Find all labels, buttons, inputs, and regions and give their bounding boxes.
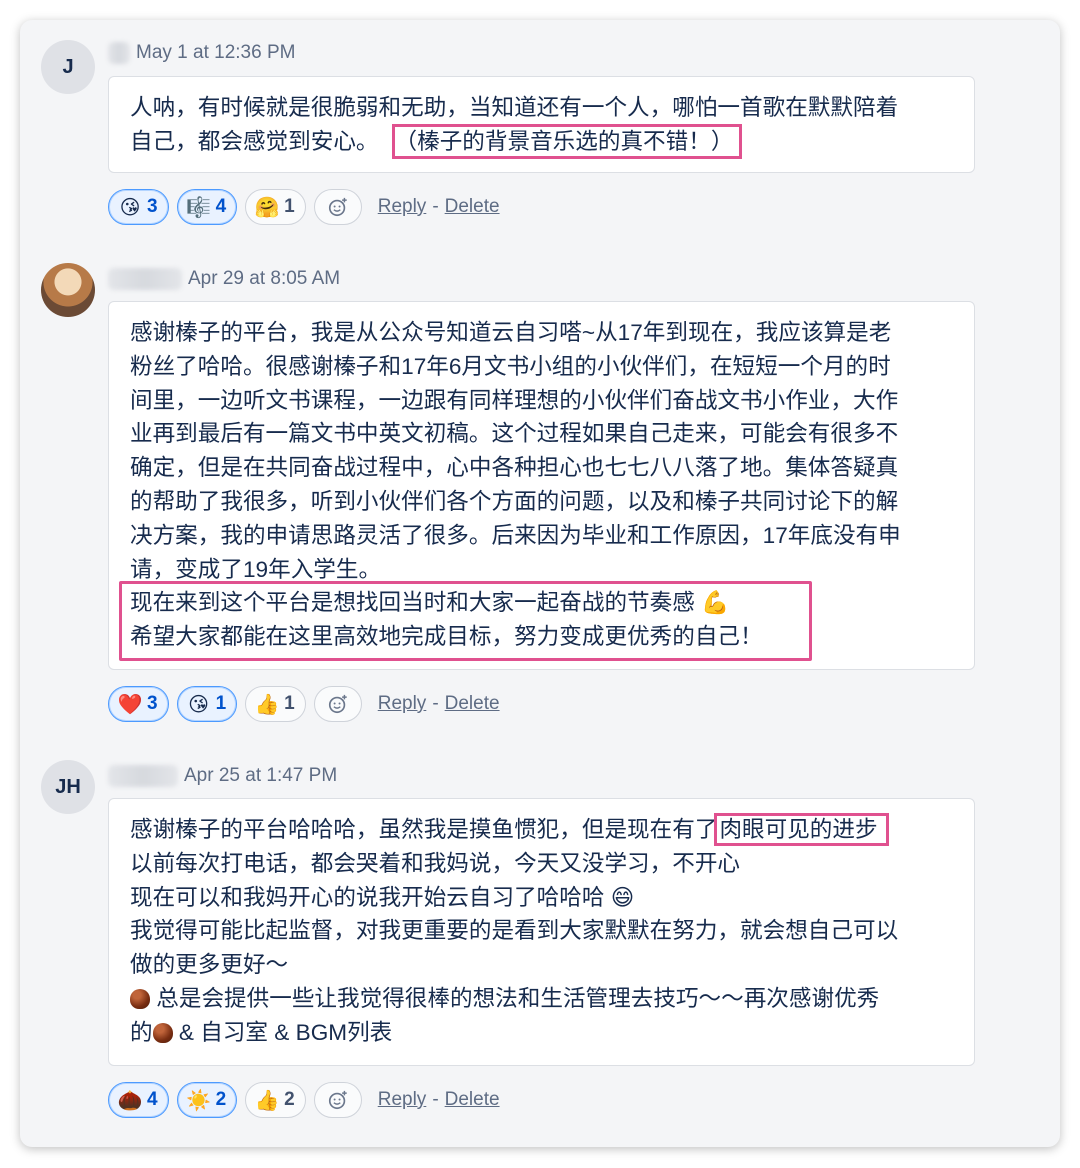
comment-text-line: 决方案，我的申请思路灵活了很多。后来因为毕业和工作原因，17年底没有申 [130, 522, 901, 548]
add-reaction-button[interactable] [313, 1082, 362, 1118]
comment-text-line: 我觉得可能比起监督，对我更重要的是看到大家默默在努力，就会想自己可以 [130, 918, 899, 944]
highlight-text: 现在来到这个平台是想找回当时和大家一起奋战的节奏感 💪 [130, 590, 730, 616]
avatar-initials: JH [55, 775, 81, 798]
avatar[interactable]: JH [41, 760, 95, 814]
reaction-hugging-face[interactable]: 🤗 1 [245, 189, 306, 225]
kissing-face-icon: 😘 [188, 693, 209, 716]
comment-body: 感谢榛子的平台，我是从公众号知道云自习嗒~从17年到现在，我应该算是老 粉丝了哈… [108, 301, 975, 670]
author-name-redacted [108, 268, 182, 290]
chestnut-icon: 🌰 [117, 1089, 143, 1112]
comment-timestamp[interactable]: Apr 29 at 8:05 AM [188, 268, 340, 290]
comment-text-line: 确定，但是在共同奋战过程中，心中各种担心也七七八八落了地。集体答疑真 [130, 455, 899, 481]
avatar-initials: J [62, 55, 74, 78]
musical-score-icon: 🎼 [186, 196, 212, 219]
comment-actions: Reply - Delete [378, 1089, 500, 1111]
author-name-redacted [108, 42, 130, 64]
reply-link[interactable]: Reply [378, 693, 427, 715]
reaction-thumbs-up[interactable]: 👍 1 [245, 686, 306, 722]
red-heart-icon: ❤️ [117, 693, 143, 716]
comment-text-line: 以前每次打电话，都会哭着和我妈说，今天又没学习，不开心 [130, 850, 741, 876]
comment-text-line: 业再到最后有一篇文书中英文初稿。这个过程如果自己走来，可能会有很多不 [130, 421, 899, 447]
kissing-face-icon: 😘 [119, 196, 141, 219]
reaction-count: 2 [215, 1089, 227, 1110]
comment-text-line: 请，变成了19年入学生。 [130, 556, 382, 582]
comment-text-line-with-highlight: 自己，都会感觉到安心。 （榛子的背景音乐选的真不错！） [130, 123, 954, 159]
comment-text-line: 人呐，有时候就是很脆弱和无助，当知道还有一个人，哪怕一首歌在默默陪着 [130, 95, 899, 120]
comments-panel: J May 1 at 12:36 PM 人呐，有时候就是很脆弱和无助，当知道还有… [20, 20, 1060, 1147]
comment-text-line: 现在可以和我妈开心的说我开始云自习了哈哈哈 😄 [130, 884, 635, 910]
reply-link[interactable]: Reply [378, 196, 427, 218]
reaction-kissing-face[interactable]: 😘 3 [108, 189, 169, 225]
comment-text: 的 [130, 1019, 153, 1045]
reaction-thumbs-up[interactable]: 👍 2 [245, 1082, 306, 1118]
delete-link[interactable]: Delete [445, 693, 500, 715]
reaction-kissing-face[interactable]: 😘 1 [176, 686, 238, 722]
comment-text-line: 的帮助了我很多，听到小伙伴们各个方面的问题，以及和榛子共同讨论下的解 [130, 488, 899, 514]
delete-link[interactable]: Delete [445, 1089, 500, 1111]
comment-timestamp[interactable]: May 1 at 12:36 PM [136, 42, 295, 64]
reaction-bar: 😘 3 🎼 4 🤗 1 Reply - Delete [108, 188, 500, 226]
comment-actions: Reply - Delete [378, 693, 500, 715]
avatar[interactable] [41, 263, 95, 317]
comment-meta: Apr 25 at 1:47 PM [108, 763, 337, 789]
highlight-text: 希望大家都能在这里高效地完成目标，努力变成更优秀的自己！ [130, 624, 763, 650]
author-name-redacted [108, 765, 178, 787]
comment-text: 感谢榛子的平台哈哈哈，虽然我是摸鱼惯犯，但是现在有了 [130, 817, 718, 842]
highlight-text: 肉眼可见的进步 [714, 813, 889, 846]
comment-text-line: 做的更多更好～ [130, 952, 289, 978]
chestnut-icon [130, 988, 150, 1009]
action-separator: - [432, 693, 439, 714]
reaction-red-heart[interactable]: ❤️ 3 [108, 686, 169, 722]
comment-text-line: 的 & 自习室 & BGM列表 [130, 1016, 954, 1050]
comment-text: 总是会提供一些让我觉得很棒的想法和生活管理去技巧～～再次感谢优秀 [150, 985, 880, 1011]
reaction-count: 3 [147, 196, 158, 217]
comment-text-line: 粉丝了哈哈。很感谢榛子和17年6月文书小组的小伙伴们，在短短一个月的时 [130, 353, 891, 379]
thumbs-up-icon: 👍 [254, 1089, 280, 1112]
comment-body: 人呐，有时候就是很脆弱和无助，当知道还有一个人，哪怕一首歌在默默陪着 自己，都会… [108, 76, 975, 173]
reaction-count: 1 [284, 196, 295, 217]
delete-link[interactable]: Delete [445, 196, 500, 218]
comment-text: & 自习室 & BGM列表 [172, 1019, 393, 1045]
comment-timestamp[interactable]: Apr 25 at 1:47 PM [184, 765, 337, 787]
comment-text-line: 间里，一边听文书课程，一边跟有同样理想的小伙伴们奋战文书小作业，大作 [130, 387, 899, 413]
comment-text-line: 总是会提供一些让我觉得很棒的想法和生活管理去技巧～～再次感谢优秀 [130, 982, 954, 1016]
chestnut-icon [152, 1022, 173, 1043]
reaction-bar: 🌰 4 ☀️ 2 👍 2 Reply - Delete [108, 1081, 500, 1119]
reply-link[interactable]: Reply [378, 1089, 427, 1111]
action-separator: - [432, 196, 439, 217]
comment-actions: Reply - Delete [378, 196, 500, 218]
comment-text-line-with-highlight: 感谢榛子的平台哈哈哈，虽然我是摸鱼惯犯，但是现在有了肉眼可见的进步 [130, 813, 954, 847]
comment-meta: May 1 at 12:36 PM [108, 40, 295, 66]
reaction-chestnut[interactable]: 🌰 4 [108, 1082, 169, 1118]
reaction-count: 3 [147, 693, 158, 714]
add-emoji-icon [328, 197, 347, 217]
comment-text: 自己，都会感觉到安心。 [130, 128, 379, 154]
reaction-bar: ❤️ 3 😘 1 👍 1 Reply - Delete [108, 685, 500, 723]
thumbs-up-icon: 👍 [254, 693, 280, 716]
reaction-count: 1 [215, 693, 227, 714]
sun-icon: ☀️ [186, 1089, 212, 1112]
reaction-count: 2 [284, 1089, 295, 1110]
add-reaction-button[interactable] [313, 686, 362, 722]
action-separator: - [432, 1089, 439, 1110]
add-emoji-icon [328, 694, 347, 714]
avatar[interactable]: J [41, 40, 95, 94]
reaction-musical-score[interactable]: 🎼 4 [176, 189, 238, 225]
reaction-count: 1 [284, 693, 295, 714]
reaction-count: 4 [215, 196, 227, 217]
comment-meta: Apr 29 at 8:05 AM [108, 266, 340, 292]
comment-text-line: 感谢榛子的平台，我是从公众号知道云自习嗒~从17年到现在，我应该算是老 [130, 320, 892, 345]
highlight-text: （榛子的背景音乐选的真不错！） [391, 123, 743, 159]
add-emoji-icon [328, 1090, 347, 1110]
reaction-sun[interactable]: ☀️ 2 [176, 1082, 238, 1118]
comment-body: 感谢榛子的平台哈哈哈，虽然我是摸鱼惯犯，但是现在有了肉眼可见的进步 以前每次打电… [108, 798, 975, 1066]
add-reaction-button[interactable] [313, 189, 362, 225]
hugging-face-icon: 🤗 [254, 196, 280, 219]
reaction-count: 4 [147, 1089, 158, 1110]
